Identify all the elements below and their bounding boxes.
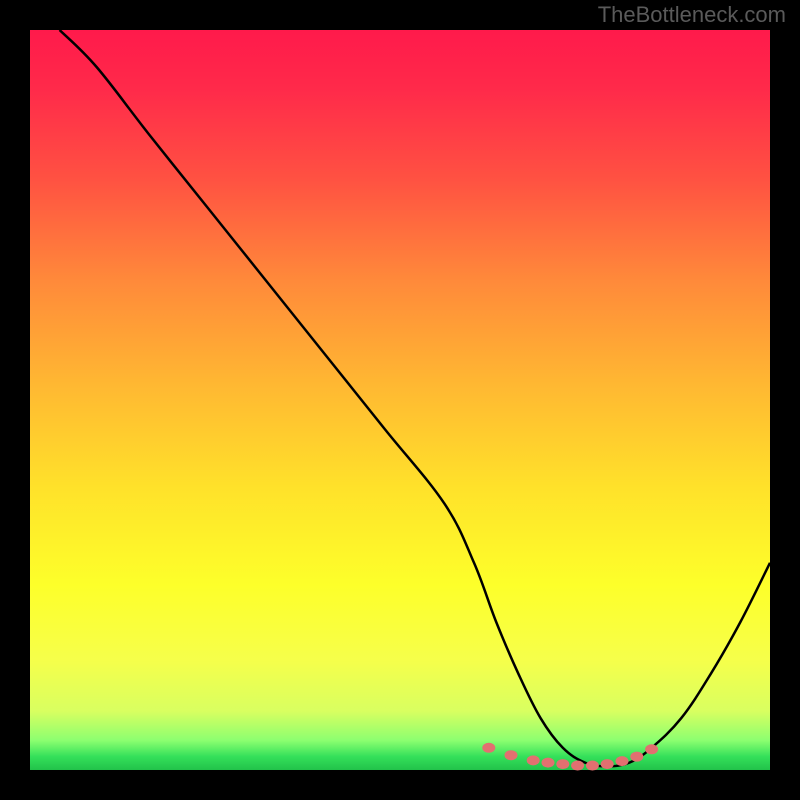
curve-trough-markers — [482, 743, 658, 771]
trough-marker — [571, 761, 584, 771]
trough-marker — [556, 759, 569, 769]
trough-marker — [542, 758, 555, 768]
chart-plot-area — [30, 30, 770, 770]
trough-marker — [586, 761, 599, 771]
chart-svg — [30, 30, 770, 770]
trough-marker — [645, 744, 658, 754]
trough-marker — [630, 752, 643, 762]
trough-marker — [505, 750, 518, 760]
trough-marker — [527, 755, 540, 765]
trough-marker — [616, 756, 629, 766]
watermark-text: TheBottleneck.com — [598, 2, 786, 28]
trough-marker — [482, 743, 495, 753]
bottleneck-curve-line — [60, 30, 770, 766]
trough-marker — [601, 759, 614, 769]
